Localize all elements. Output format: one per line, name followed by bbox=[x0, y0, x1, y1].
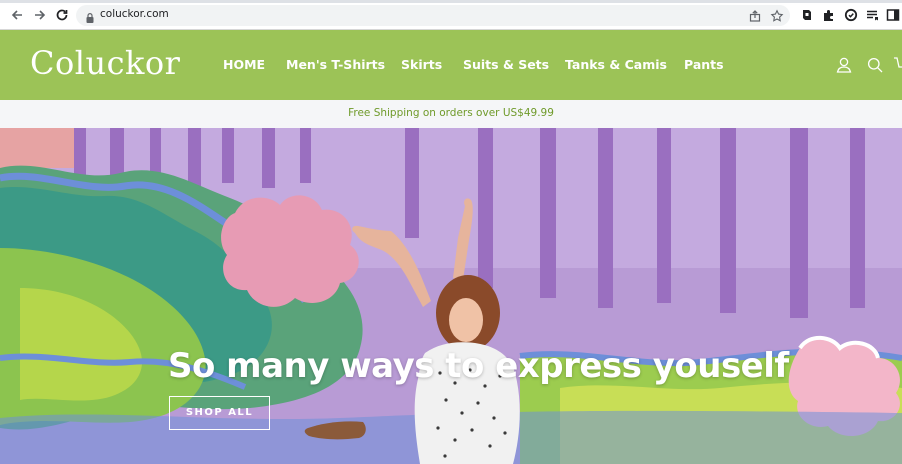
shop-all-button[interactable]: SHOP ALL bbox=[169, 396, 270, 430]
nav-item-mens-t-shirts[interactable]: Men's T-Shirts bbox=[286, 57, 385, 72]
hero-title: So many ways to express youself bbox=[168, 346, 789, 386]
extension-cube-icon[interactable] bbox=[800, 8, 814, 22]
address-bar[interactable]: coluckor.com bbox=[76, 5, 790, 26]
site-header: Coluckor HOME Men's T-Shirts Skirts Suit… bbox=[0, 30, 902, 100]
hero-banner: So many ways to express youself SHOP ALL bbox=[0, 128, 902, 464]
back-icon[interactable] bbox=[9, 7, 25, 23]
nav-item-skirts[interactable]: Skirts bbox=[401, 57, 442, 72]
nav-item-tanks-camis[interactable]: Tanks & Camis bbox=[565, 57, 667, 72]
share-icon[interactable] bbox=[748, 8, 762, 22]
lock-icon[interactable] bbox=[84, 9, 96, 23]
tab-strip-edge bbox=[0, 0, 902, 3]
reload-icon[interactable] bbox=[54, 7, 70, 23]
nav-item-suits-sets[interactable]: Suits & Sets bbox=[463, 57, 549, 72]
cart-icon[interactable] bbox=[893, 56, 902, 74]
nav-item-pants[interactable]: Pants bbox=[684, 57, 724, 72]
extension-circle-icon[interactable] bbox=[844, 8, 858, 22]
announcement-bar: Free Shipping on orders over US$49.99 bbox=[0, 100, 902, 128]
side-panel-icon[interactable] bbox=[886, 8, 900, 22]
account-icon[interactable] bbox=[835, 56, 853, 74]
search-icon[interactable] bbox=[866, 56, 884, 74]
puzzle-icon[interactable] bbox=[822, 8, 836, 22]
forward-icon[interactable] bbox=[32, 7, 48, 23]
free-shipping-text: Free Shipping on orders over US$49.99 bbox=[348, 107, 554, 119]
url-text[interactable]: coluckor.com bbox=[100, 8, 169, 20]
reading-list-icon[interactable] bbox=[865, 8, 879, 22]
star-icon[interactable] bbox=[770, 8, 784, 22]
browser-toolbar: coluckor.com bbox=[0, 0, 902, 30]
hero-mural-image bbox=[0, 128, 902, 464]
nav-item-home[interactable]: HOME bbox=[223, 57, 265, 72]
site-logo[interactable]: Coluckor bbox=[30, 44, 180, 82]
